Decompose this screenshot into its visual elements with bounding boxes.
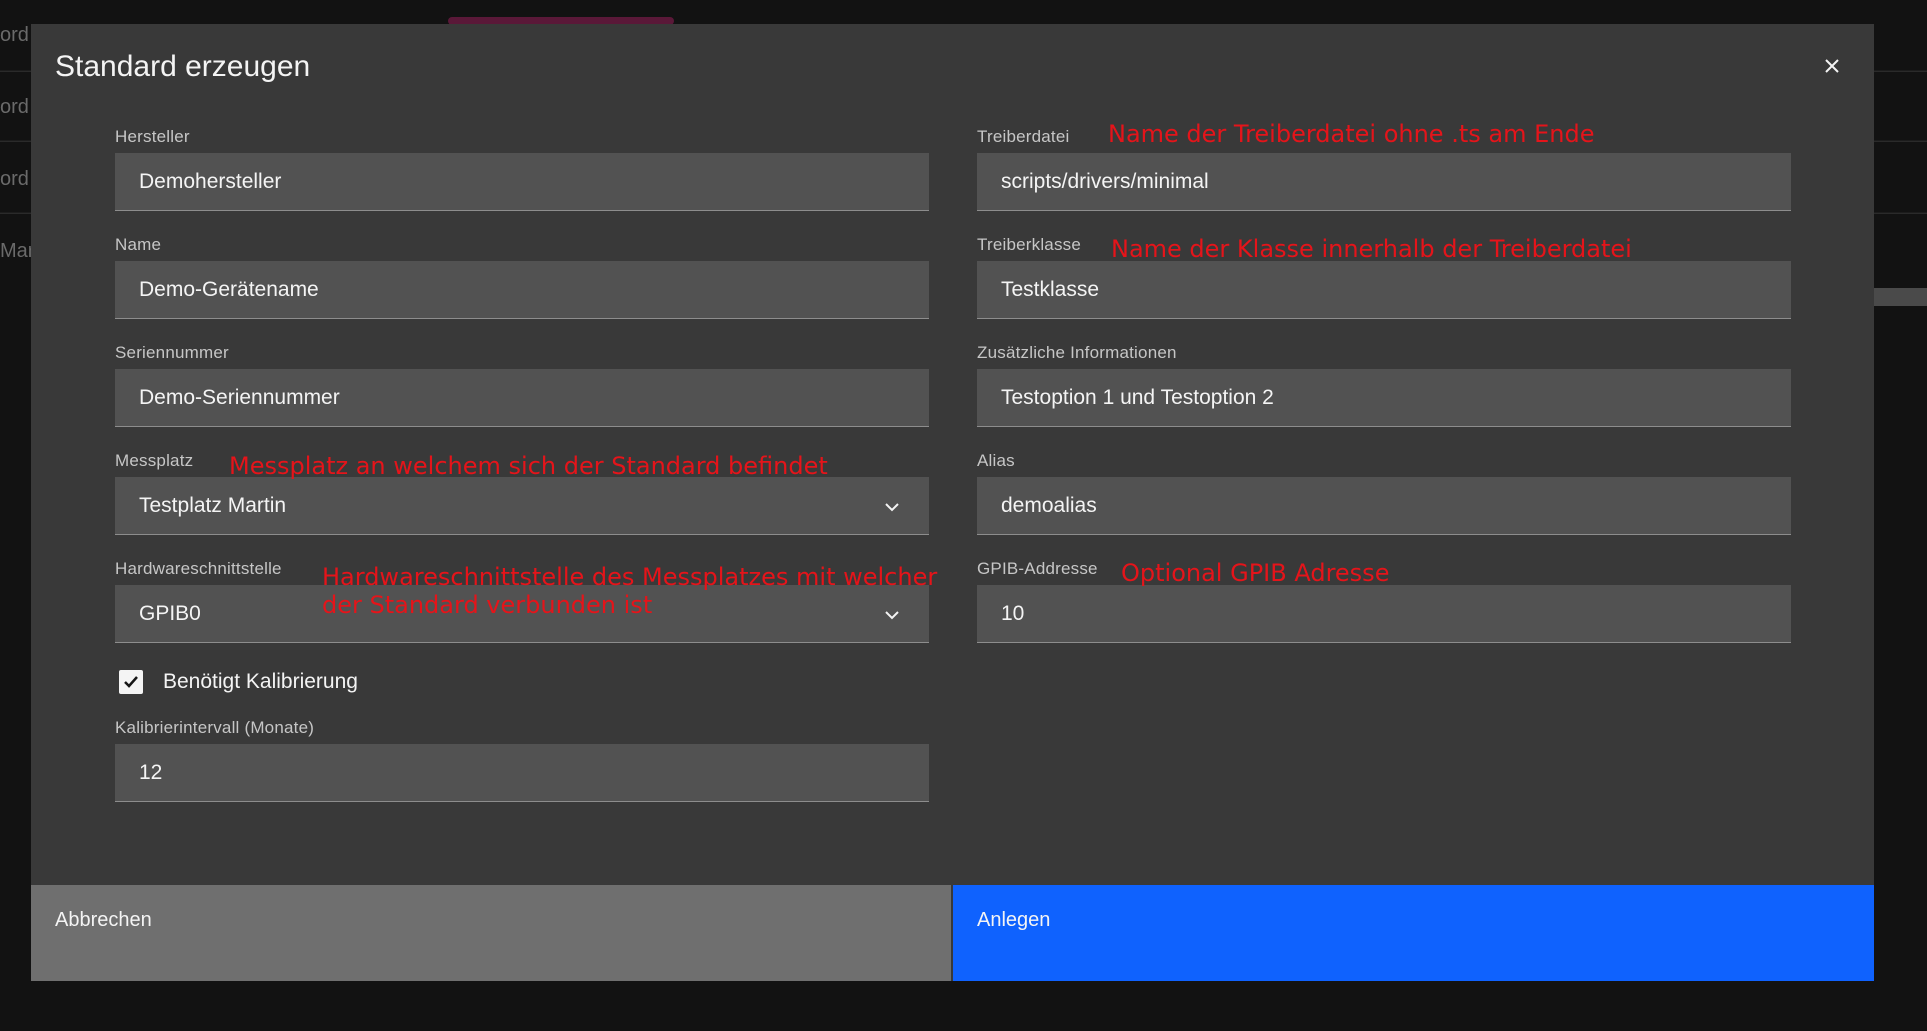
annotation-hardwareschnittstelle-line2: der Standard verbunden ist <box>322 591 653 619</box>
field-label: Treiberdatei <box>977 127 1070 146</box>
hardwareschnittstelle-selected-value: GPIB0 <box>139 602 201 625</box>
gpib-input[interactable] <box>977 585 1791 642</box>
zusatz-input-wrapper <box>977 369 1791 427</box>
calibration-checkbox[interactable] <box>119 670 143 694</box>
hersteller-input[interactable] <box>115 153 929 210</box>
field-label: Alias <box>977 451 1015 470</box>
field-label: GPIB-Addresse <box>977 559 1098 578</box>
messplatz-select[interactable]: Testplatz Martin <box>115 477 929 535</box>
alias-input-wrapper <box>977 477 1791 535</box>
field-zusatz: Zusätzliche Informationen <box>977 343 1791 429</box>
background-row-text: ord <box>0 168 29 190</box>
annotation-messplatz: Messplatz an welchem sich der Standard b… <box>229 452 828 480</box>
checkmark-icon <box>124 676 138 688</box>
field-label: Treiberklasse <box>977 235 1082 254</box>
field-label: Name <box>115 235 162 254</box>
alias-input[interactable] <box>977 477 1791 534</box>
field-hersteller: Hersteller <box>115 127 929 213</box>
background-row-text: ord <box>0 24 29 46</box>
annotation-hardwareschnittstelle-line1: Hardwareschnittstelle des Messplatzes mi… <box>322 563 938 591</box>
kalibrierintervall-input[interactable] <box>115 744 929 801</box>
treiberdatei-input[interactable] <box>977 153 1791 210</box>
hersteller-input-wrapper <box>115 153 929 211</box>
background-row-text: ord <box>0 96 29 118</box>
treiberdatei-input-wrapper <box>977 153 1791 211</box>
chevron-down-icon <box>885 503 899 512</box>
zusatz-input[interactable] <box>977 369 1791 426</box>
background-scrollbar <box>1874 288 1927 306</box>
field-label: Hersteller <box>115 127 190 146</box>
field-seriennummer: Seriennummer <box>115 343 929 429</box>
messplatz-selected-value: Testplatz Martin <box>139 494 287 517</box>
field-label: Zusätzliche Informationen <box>977 343 1177 362</box>
field-label: Hardwareschnittstelle <box>115 559 282 578</box>
calibration-checkbox-label: Benötigt Kalibrierung <box>163 670 358 693</box>
field-label: Seriennummer <box>115 343 229 362</box>
modal-title: Standard erzeugen <box>55 50 311 83</box>
cancel-button[interactable]: Abbrechen <box>31 885 951 981</box>
name-input[interactable] <box>115 261 929 318</box>
chevron-down-icon <box>885 611 899 620</box>
close-button[interactable] <box>1816 50 1848 82</box>
field-alias: Alias <box>977 451 1791 537</box>
field-kalibrierintervall: Kalibrierintervall (Monate) <box>115 718 929 804</box>
close-icon <box>1825 59 1839 73</box>
field-label: Kalibrierintervall (Monate) <box>115 718 315 737</box>
treiberklasse-input[interactable] <box>977 261 1791 318</box>
field-name: Name <box>115 235 929 321</box>
submit-button[interactable]: Anlegen <box>953 885 1874 981</box>
treiberklasse-input-wrapper <box>977 261 1791 319</box>
seriennummer-input[interactable] <box>115 369 929 426</box>
field-label: Messplatz <box>115 451 194 470</box>
name-input-wrapper <box>115 261 929 319</box>
create-standard-modal: Standard erzeugen Hersteller Name Serien… <box>31 24 1874 981</box>
seriennummer-input-wrapper <box>115 369 929 427</box>
annotation-gpib: Optional GPIB Adresse <box>1121 559 1390 587</box>
kalibrierintervall-input-wrapper <box>115 744 929 802</box>
gpib-input-wrapper <box>977 585 1791 643</box>
annotation-treiberdatei: Name der Treiberdatei ohne .ts am Ende <box>1108 120 1595 148</box>
annotation-treiberklasse: Name der Klasse innerhalb der Treiberdat… <box>1111 235 1632 263</box>
